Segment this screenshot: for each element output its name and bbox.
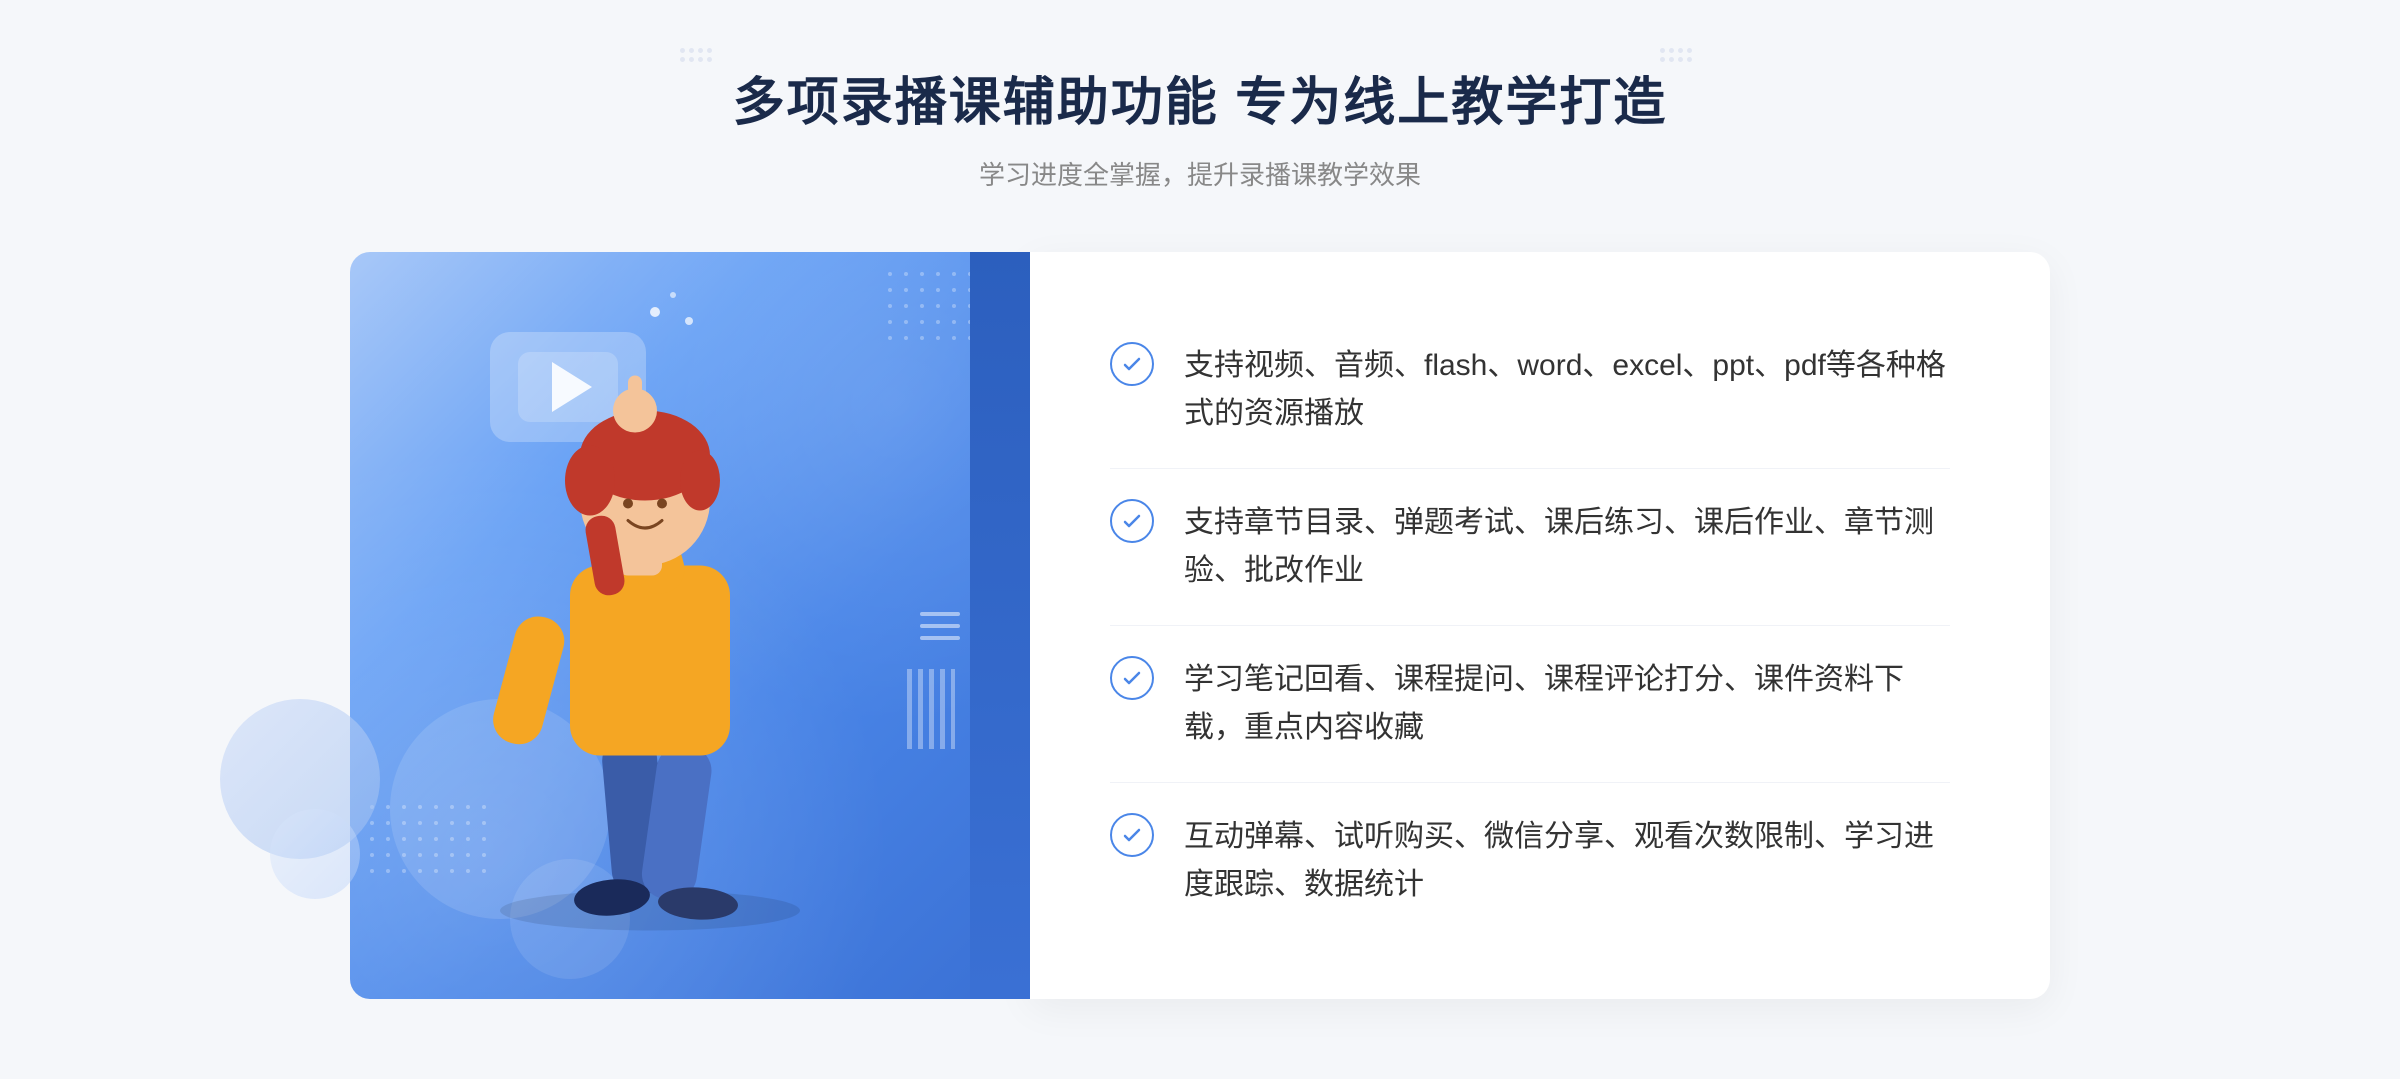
dots-decoration-left <box>680 40 740 70</box>
feature-item-2: 支持章节目录、弹题考试、课后练习、课后作业、章节测验、批改作业 <box>1110 469 1950 626</box>
check-icon-4 <box>1110 813 1154 857</box>
check-icon-1 <box>1110 342 1154 386</box>
person-illustration <box>350 252 1030 999</box>
main-title: 多项录播课辅助功能 专为线上教学打造 <box>733 60 1667 135</box>
feature-item-3: 学习笔记回看、课程提问、课程评论打分、课件资料下载，重点内容收藏 <box>1110 626 1950 783</box>
feature-text-3: 学习笔记回看、课程提问、课程评论打分、课件资料下载，重点内容收藏 <box>1184 656 1950 752</box>
header-section: 多项录播课辅助功能 专为线上教学打造 学习进度全掌握，提升录播课教学效果 <box>733 60 1667 192</box>
right-features-panel: 支持视频、音频、flash、word、excel、ppt、pdf等各种格式的资源… <box>1030 252 2050 999</box>
sub-title: 学习进度全掌握，提升录播课教学效果 <box>733 155 1667 192</box>
stripe-rect-decoration <box>907 669 955 749</box>
left-illustration-panel <box>350 252 1030 999</box>
feature-item-4: 互动弹幕、试听购买、微信分享、观看次数限制、学习进度跟踪、数据统计 <box>1110 783 1950 939</box>
feature-text-1: 支持视频、音频、flash、word、excel、ppt、pdf等各种格式的资源… <box>1184 342 1950 438</box>
outer-circle-decoration-2 <box>270 809 360 899</box>
feature-text-2: 支持章节目录、弹题考试、课后练习、课后作业、章节测验、批改作业 <box>1184 499 1950 595</box>
page-container: 多项录播课辅助功能 专为线上教学打造 学习进度全掌握，提升录播课教学效果 › › <box>0 0 2400 1079</box>
feature-text-4: 互动弹幕、试听购买、微信分享、观看次数限制、学习进度跟踪、数据统计 <box>1184 813 1950 909</box>
check-icon-3 <box>1110 656 1154 700</box>
content-area: › › <box>350 252 2050 999</box>
dots-decoration-right <box>1660 40 1720 70</box>
feature-item-1: 支持视频、音频、flash、word、excel、ppt、pdf等各种格式的资源… <box>1110 312 1950 469</box>
check-icon-2 <box>1110 499 1154 543</box>
